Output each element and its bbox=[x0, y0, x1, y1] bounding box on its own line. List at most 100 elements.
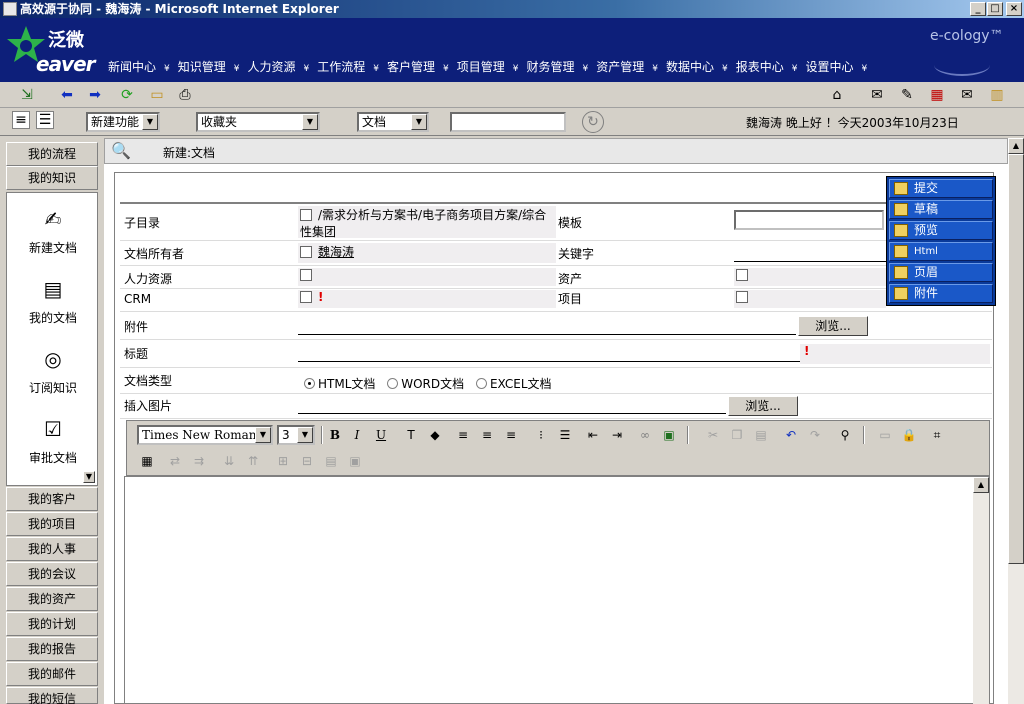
merge-cells-icon[interactable]: ⊞ bbox=[273, 451, 293, 471]
insert-row-icon[interactable]: ⇄ bbox=[165, 451, 185, 471]
crop-icon[interactable]: ⌗ bbox=[927, 425, 947, 445]
sidebar-tab-plan[interactable]: 我的计划 bbox=[6, 612, 98, 636]
asset-field[interactable] bbox=[734, 268, 886, 286]
print-icon[interactable]: ⎙ bbox=[176, 86, 194, 104]
home-icon[interactable]: ⌂ bbox=[828, 86, 846, 104]
nav-hr[interactable]: 人力资源 ¥ bbox=[244, 58, 314, 76]
window-icon[interactable]: ▥ bbox=[988, 86, 1006, 104]
nav-news[interactable]: 新闻中心 ¥ bbox=[104, 58, 174, 76]
header-button[interactable]: 页眉 bbox=[889, 263, 993, 282]
exit-icon[interactable]: ⇲ bbox=[18, 86, 36, 104]
owner-field[interactable]: 魏海涛 bbox=[298, 243, 556, 263]
underline-icon[interactable]: U bbox=[371, 425, 391, 445]
find-icon[interactable]: ⚲ bbox=[835, 425, 855, 445]
sidebar-tab-mail[interactable]: 我的邮件 bbox=[6, 662, 98, 686]
search-go-icon[interactable]: ↻ bbox=[582, 111, 604, 133]
insert-col-icon[interactable]: ⇉ bbox=[189, 451, 209, 471]
editor-scrollbar[interactable]: ▲ bbox=[973, 477, 989, 704]
sidebar-tab-meeting[interactable]: 我的会议 bbox=[6, 562, 98, 586]
doctype-excel-radio[interactable]: EXCEL文档 bbox=[475, 377, 552, 391]
subdir-value[interactable]: /需求分析与方案书/电子商务项目方案/综合性集团 bbox=[298, 206, 556, 239]
redo-icon[interactable]: ↷ bbox=[805, 425, 825, 445]
sidebar-tab-asset[interactable]: 我的资产 bbox=[6, 587, 98, 611]
html-button[interactable]: Html bbox=[889, 242, 993, 261]
split-cells-icon[interactable]: ⊟ bbox=[297, 451, 317, 471]
nav-report[interactable]: 报表中心 ¥ bbox=[732, 58, 802, 76]
edit-icon[interactable]: ✎ bbox=[898, 86, 916, 104]
bold-icon[interactable]: B bbox=[325, 425, 345, 445]
link-icon[interactable]: ∞ bbox=[635, 425, 655, 445]
folder-icon[interactable]: ▭ bbox=[148, 86, 166, 104]
inbox-icon[interactable]: ✉ bbox=[868, 86, 886, 104]
new-function-select[interactable]: 新建功能 ▼ bbox=[86, 112, 160, 132]
browse-icon[interactable] bbox=[300, 269, 312, 281]
hr-field[interactable] bbox=[298, 268, 556, 286]
sidebar-item-approve[interactable]: ☑ 审批文档 bbox=[7, 415, 97, 466]
scroll-up-icon[interactable]: ▲ bbox=[973, 477, 989, 493]
calendar-icon[interactable]: ▦ bbox=[928, 86, 946, 104]
draft-button[interactable]: 草稿 bbox=[889, 200, 993, 219]
undo-icon[interactable]: ↶ bbox=[781, 425, 801, 445]
browse-icon[interactable] bbox=[736, 291, 748, 303]
nav-settings[interactable]: 设置中心 ¥ bbox=[802, 58, 872, 76]
sidebar-tab-knowledge[interactable]: 我的知识 bbox=[6, 166, 98, 190]
browse-icon[interactable] bbox=[300, 209, 312, 221]
delete-col-icon[interactable]: ⇈ bbox=[243, 451, 263, 471]
preview-button[interactable]: 预览 bbox=[889, 221, 993, 240]
search-type-select[interactable]: 文档 ▼ bbox=[357, 112, 429, 132]
template-select[interactable] bbox=[734, 210, 884, 230]
title-input[interactable] bbox=[298, 361, 800, 362]
attachment-input[interactable] bbox=[298, 334, 796, 335]
sidebar-tab-workflow[interactable]: 我的流程 bbox=[6, 142, 98, 166]
nav-asset[interactable]: 资产管理 ¥ bbox=[592, 58, 662, 76]
browse-icon[interactable] bbox=[300, 246, 312, 258]
attachment-browse-button[interactable]: 浏览... bbox=[798, 316, 868, 336]
table-props-icon[interactable]: ▣ bbox=[345, 451, 365, 471]
table-icon[interactable]: ▦ bbox=[137, 451, 157, 471]
browse-icon[interactable] bbox=[736, 269, 748, 281]
doctype-html-radio[interactable]: HTML文档 bbox=[304, 377, 375, 391]
bullet-list-icon[interactable]: ☰ bbox=[555, 425, 575, 445]
nav-data[interactable]: 数据中心 ¥ bbox=[662, 58, 732, 76]
insert-image-input[interactable] bbox=[298, 413, 726, 414]
logo[interactable]: 泛微 eaver bbox=[4, 22, 104, 76]
text-color-icon[interactable]: T bbox=[401, 425, 421, 445]
submit-button[interactable]: 提交 bbox=[889, 179, 993, 198]
nav-finance[interactable]: 财务管理 ¥ bbox=[523, 58, 593, 76]
italic-icon[interactable]: I bbox=[347, 425, 367, 445]
page-scrollbar[interactable]: ▲ bbox=[1008, 138, 1024, 704]
nav-knowledge[interactable]: 知识管理 ¥ bbox=[174, 58, 244, 76]
maximize-button[interactable]: □ bbox=[987, 2, 1003, 16]
align-left-icon[interactable]: ≡ bbox=[453, 425, 473, 445]
sidebar-tab-hr[interactable]: 我的人事 bbox=[6, 537, 98, 561]
nav-workflow[interactable]: 工作流程 ¥ bbox=[313, 58, 383, 76]
delete-row-icon[interactable]: ⇊ bbox=[219, 451, 239, 471]
sidebar-item-new-doc[interactable]: ✍ 新建文档 bbox=[7, 205, 97, 256]
image-icon[interactable]: ▣ bbox=[659, 425, 679, 445]
view-detail-icon[interactable]: ☰ bbox=[36, 111, 54, 129]
editor-body[interactable]: ▲ bbox=[124, 476, 990, 704]
cell-props-icon[interactable]: ▤ bbox=[321, 451, 341, 471]
favorites-select[interactable]: 收藏夹 ▼ bbox=[196, 112, 320, 132]
ordered-list-icon[interactable]: ⁝ bbox=[531, 425, 551, 445]
cut-icon[interactable]: ✂ bbox=[703, 425, 723, 445]
browse-icon[interactable] bbox=[300, 291, 312, 303]
highlight-icon[interactable]: ◆ bbox=[425, 425, 445, 445]
sidebar-item-subscribe[interactable]: ◎ 订阅知识 bbox=[7, 345, 97, 396]
nav-project[interactable]: 项目管理 ¥ bbox=[453, 58, 523, 76]
project-field[interactable] bbox=[734, 290, 886, 308]
sidebar-tab-sms[interactable]: 我的短信 bbox=[6, 687, 98, 704]
sidebar-item-my-docs[interactable]: ▤ 我的文档 bbox=[7, 275, 97, 326]
attachment-button[interactable]: 附件 bbox=[889, 284, 993, 303]
close-button[interactable]: × bbox=[1006, 2, 1022, 16]
nav-crm[interactable]: 客户管理 ¥ bbox=[383, 58, 453, 76]
sidebar-tab-report[interactable]: 我的报告 bbox=[6, 637, 98, 661]
align-right-icon[interactable]: ≡ bbox=[501, 425, 521, 445]
font-size-select[interactable]: 3 ▼ bbox=[277, 425, 315, 445]
font-select[interactable]: Times New Roman ▼ bbox=[137, 425, 273, 445]
doctype-word-radio[interactable]: WORD文档 bbox=[387, 377, 464, 391]
scroll-thumb[interactable] bbox=[1008, 154, 1024, 564]
refresh-icon[interactable]: ⟳ bbox=[118, 86, 136, 104]
view-list-icon[interactable]: ≡ bbox=[12, 111, 30, 129]
minimize-button[interactable]: _ bbox=[970, 2, 986, 16]
